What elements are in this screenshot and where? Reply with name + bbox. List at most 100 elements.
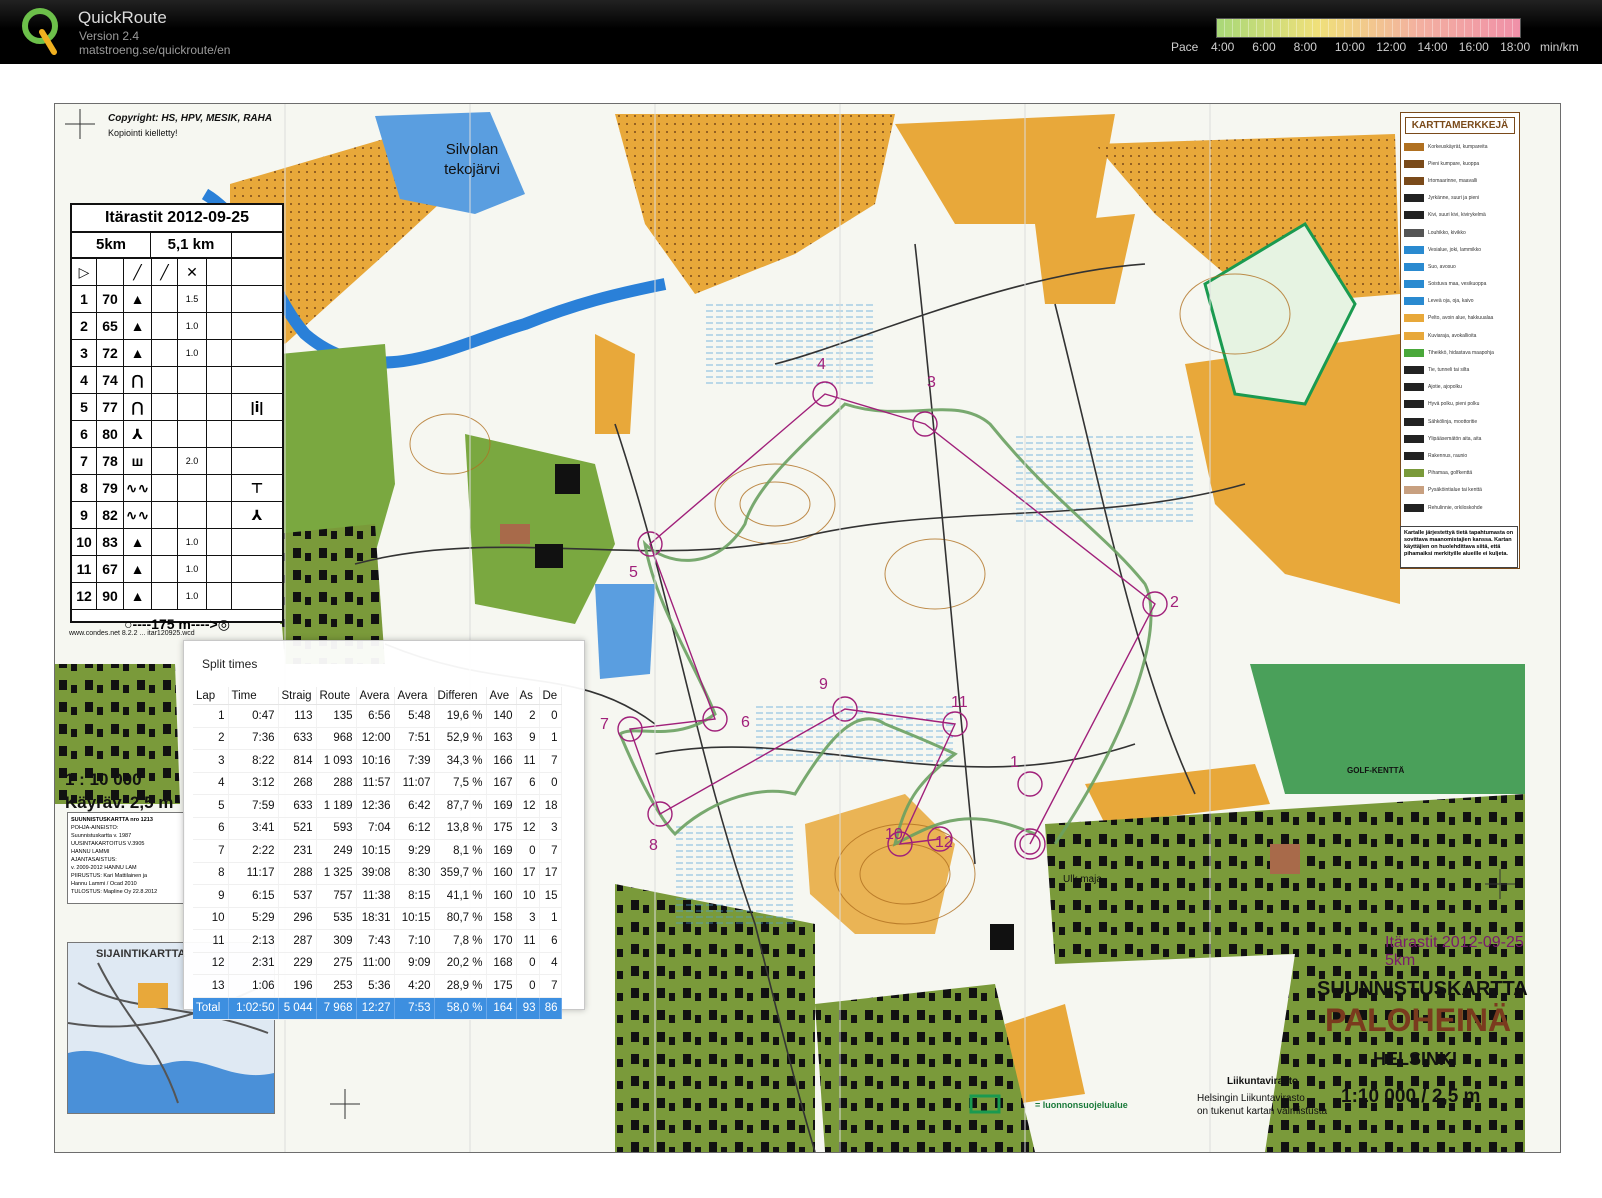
pace-tick: 16:00 xyxy=(1458,40,1489,54)
split-total-cell: 7:53 xyxy=(394,997,435,1020)
split-column-header[interactable]: Straig xyxy=(278,687,317,705)
split-cell: 28,9 % xyxy=(434,974,487,998)
split-row[interactable]: 8 11:17 288 1 325 39:08 8:30 359,7 % 160 17 17 xyxy=(193,862,562,885)
control-extra xyxy=(232,367,282,393)
split-row[interactable]: 10 5:29 296 535 18:31 10:15 80,7 % 158 3 1 xyxy=(193,907,562,930)
split-cell: 7 xyxy=(539,749,562,773)
split-cell: 0 xyxy=(539,704,562,728)
split-column-header[interactable]: De xyxy=(539,687,562,705)
legend-item: Korkeuskäyrät, kumpareita xyxy=(1401,138,1519,155)
split-cell: 12:00 xyxy=(356,727,395,750)
legend-item: Tiheikkö, hidastava maapohja xyxy=(1401,344,1519,361)
split-row[interactable]: 1 0:47 113 135 6:56 5:48 19,6 % 140 2 0 xyxy=(193,704,562,728)
split-row[interactable]: 11 2:13 287 309 7:43 7:10 7,8 % 170 11 6 xyxy=(193,929,562,953)
split-column-header[interactable]: Differen xyxy=(434,687,487,705)
split-cell: 6:56 xyxy=(356,704,395,728)
control-blank xyxy=(152,286,178,312)
split-cell: 757 xyxy=(316,884,357,908)
split-cell: 6:12 xyxy=(394,817,435,840)
legend-label: Rakennus, raunio xyxy=(1428,452,1468,459)
control-blank xyxy=(207,286,232,312)
control-detail xyxy=(178,502,207,528)
pace-label: Pace xyxy=(1171,40,1199,54)
map-title-line2: PALOHEINÄ xyxy=(1325,1002,1512,1038)
control-code: 77 xyxy=(97,394,124,420)
course-control-row: 11 67 ▲ 1.0 xyxy=(72,556,282,583)
split-cell: 633 xyxy=(278,727,317,750)
lake-label: Silvolan tekojärvi xyxy=(444,141,500,178)
legend-item: Tie, tunneli tai silta xyxy=(1401,361,1519,378)
split-cell: 168 xyxy=(486,952,517,975)
split-cell: 13,8 % xyxy=(434,817,487,840)
split-column-header[interactable]: Ave xyxy=(486,687,517,705)
split-cell: 6 xyxy=(539,929,562,953)
control-code: 74 xyxy=(97,367,124,393)
legend-label: Sähkölinja, moottoritie xyxy=(1428,418,1478,425)
split-column-header[interactable]: As xyxy=(516,687,540,705)
control-feature: ⅄ xyxy=(124,421,152,447)
split-column-header[interactable]: Lap xyxy=(193,687,229,705)
legend-note: Kartalle järjestettyä tietä tapahtumasta… xyxy=(1400,526,1518,568)
legend-label: Ajotie, ajopolku xyxy=(1428,384,1462,391)
split-cell: 15 xyxy=(539,884,562,908)
split-row[interactable]: 12 2:31 229 275 11:00 9:09 20,2 % 168 0 4 xyxy=(193,952,562,975)
split-cell: 11 xyxy=(516,749,540,773)
split-cell: 1 325 xyxy=(316,862,357,885)
split-cell: 140 xyxy=(486,704,517,728)
control-number: 2 xyxy=(1170,594,1179,611)
control-blank xyxy=(207,556,232,582)
split-times-panel[interactable]: Split times Lap Time Straig Route Avera Avera… xyxy=(183,640,585,1020)
split-row[interactable]: 6 3:41 521 593 7:04 6:12 13,8 % 175 12 3 xyxy=(193,817,562,840)
split-cell: 175 xyxy=(486,817,517,840)
legend-swatch xyxy=(1404,142,1424,151)
split-cell: 11:57 xyxy=(356,772,395,795)
split-cell: 5 xyxy=(193,794,229,818)
split-cell: 2:22 xyxy=(228,839,279,863)
split-column-header[interactable]: Time xyxy=(228,687,279,705)
control-detail: 1.0 xyxy=(178,313,207,339)
info-line: v. 2009-2012 HANNU LAM xyxy=(71,865,137,871)
legend-item: Ajotie, ajopolku xyxy=(1401,379,1519,396)
control-detail xyxy=(178,394,207,420)
split-row[interactable]: 4 3:12 268 288 11:57 11:07 7,5 % 167 6 0 xyxy=(193,772,562,795)
pace-tick: 12:00 xyxy=(1376,40,1407,54)
control-code: 79 xyxy=(97,475,124,501)
control-number: 9 xyxy=(819,676,828,693)
legend-label: Jyrkänne, suuri ja pieni xyxy=(1428,195,1480,202)
split-cell: 7 xyxy=(539,839,562,863)
split-column-header[interactable]: Avera xyxy=(394,687,435,705)
pace-color-scale xyxy=(1216,18,1521,38)
control-order: 3 xyxy=(72,340,97,366)
legend-label: Korkeuskäyrät, kumpareita xyxy=(1428,143,1488,150)
split-cell: 249 xyxy=(316,839,357,863)
split-total-row[interactable]: Total 1:02:50 5 044 7 968 12:27 7:53 58,0 % 164… xyxy=(193,997,562,1020)
map-copyright: Copyright: HS, HPV, MESIK, RAHA xyxy=(108,113,273,124)
split-cell: 160 xyxy=(486,862,517,885)
split-row[interactable]: 2 7:36 633 968 12:00 7:51 52,9 % 163 9 1 xyxy=(193,727,562,750)
legend-label: Pihamaa, golfkenttä xyxy=(1428,470,1473,477)
app-url[interactable]: matstroeng.se/quickroute/en xyxy=(79,43,230,57)
control-detail xyxy=(178,421,207,447)
split-cell: 80,7 % xyxy=(434,907,487,930)
agency-name: Liikuntavirasto xyxy=(1227,1076,1299,1087)
split-cell: 5:36 xyxy=(356,974,395,998)
split-column-header[interactable]: Route xyxy=(316,687,357,705)
split-row[interactable]: 5 7:59 633 1 189 12:36 6:42 87,7 % 169 12 18 xyxy=(193,794,562,818)
split-cell: 158 xyxy=(486,907,517,930)
split-column-header[interactable]: Avera xyxy=(356,687,395,705)
start-symbol: ▷ xyxy=(72,259,97,285)
control-order: 4 xyxy=(72,367,97,393)
split-cell: 11:17 xyxy=(228,862,279,885)
legend-swatch xyxy=(1404,211,1424,220)
control-extra xyxy=(232,529,282,555)
control-feature: ∿∿ xyxy=(124,475,152,501)
legend-item: Pelto, avoin alue, hakkuualaa xyxy=(1401,310,1519,327)
split-row[interactable]: 13 1:06 196 253 5:36 4:20 28,9 % 175 0 7 xyxy=(193,974,562,998)
legend-swatch xyxy=(1404,331,1424,340)
split-cell: 1 xyxy=(539,727,562,750)
split-row[interactable]: 9 6:15 537 757 11:38 8:15 41,1 % 160 10 15 xyxy=(193,884,562,908)
split-row[interactable]: 3 8:22 814 1 093 10:16 7:39 34,3 % 166 11 7 xyxy=(193,749,562,773)
split-row[interactable]: 7 2:22 231 249 10:15 9:29 8,1 % 169 0 7 xyxy=(193,839,562,863)
split-cell: 11:07 xyxy=(394,772,435,795)
split-cell: 20,2 % xyxy=(434,952,487,975)
